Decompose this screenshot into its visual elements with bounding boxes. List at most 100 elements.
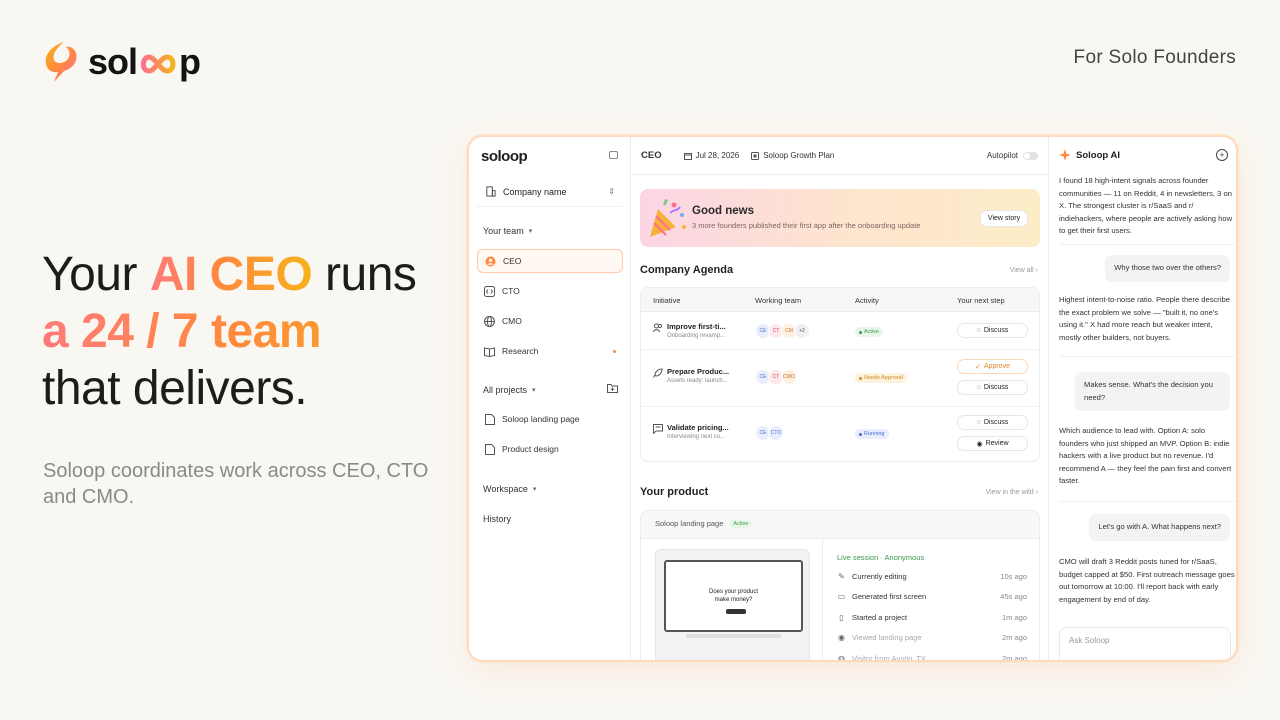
preview-stand: [686, 634, 781, 638]
column-header: Activity: [855, 296, 879, 305]
app-window: soloop Company name ⇕ Your team ▾ CEO CTO…: [467, 135, 1238, 662]
soloop-mark-icon: [45, 42, 77, 82]
activity-item: ▭ Generated first screen 45s ago: [837, 592, 1027, 601]
plan-icon: [751, 151, 760, 160]
file-icon: [484, 413, 495, 425]
monitor-icon: ▭: [837, 592, 846, 601]
sidebar-item-project[interactable]: Product design: [477, 437, 623, 461]
activity-label: Viewed landing page: [852, 633, 922, 642]
new-chat-icon[interactable]: +: [1216, 149, 1228, 161]
infinity-icon: [140, 54, 176, 74]
brand-wordmark: sol p: [88, 41, 201, 83]
new-folder-icon[interactable]: [607, 383, 618, 393]
avatar-icon: [485, 256, 496, 267]
view-story-button[interactable]: View story: [980, 210, 1028, 227]
headline-text: runs: [312, 248, 417, 301]
autopilot-toggle[interactable]: [1023, 151, 1038, 160]
product-title: Your product: [640, 486, 709, 498]
sidebar-item-label: CTO: [502, 286, 520, 296]
team-avatars: CE CTO: [755, 425, 784, 441]
sidebar-item-label: Soloop landing page: [502, 414, 580, 424]
activity-time: 2m ago: [1001, 654, 1027, 662]
chevron-updown-icon: ⇕: [608, 187, 615, 196]
approve-button[interactable]: ✓ Approve: [957, 359, 1028, 374]
user-message: Let's go with A. What happens next?: [1089, 514, 1230, 541]
discuss-button[interactable]: ◌ Discuss: [957, 415, 1028, 430]
preview-headline-line-1: Does your product: [708, 589, 759, 595]
sidebar-item-label: CEO: [503, 256, 522, 266]
plan-label: Soloop Growth Plan: [763, 151, 835, 160]
avatar: CMO: [781, 369, 797, 385]
table-row[interactable]: Prepare Produc... Assets ready; launch..…: [641, 350, 1039, 407]
status-badge: Running: [855, 429, 889, 439]
projects-section-toggle[interactable]: All projects ▾: [483, 385, 536, 395]
discuss-button[interactable]: ◌ Discuss: [957, 323, 1028, 338]
view-in-wild-label: View in the wild: [985, 489, 1034, 496]
sidebar-logo[interactable]: soloop: [481, 148, 528, 165]
button-label: Approve: [983, 363, 1010, 370]
view-in-wild-link[interactable]: View in the wild ›: [986, 489, 1038, 496]
sidebar-item-cto[interactable]: CTO: [477, 279, 623, 303]
column-header: Initiative: [653, 296, 681, 305]
pencil-icon: ✎: [838, 572, 845, 581]
button-label: Discuss: [983, 419, 1009, 426]
workspace-section-toggle[interactable]: Workspace ▾: [483, 484, 536, 494]
headline-line-2: a 24 / 7 team: [42, 303, 472, 360]
table-row[interactable]: Validate pricing... Interviewing next co…: [641, 407, 1039, 461]
sidebar-item-label: CMO: [502, 316, 522, 326]
company-switcher[interactable]: Company name ⇕: [477, 177, 623, 207]
main-panel: CEO Jul 28, 2026 Soloop Growth Plan Auto…: [631, 137, 1048, 660]
sidebar-collapse-icon[interactable]: [609, 151, 618, 159]
initiative-name: Prepare Produc...: [667, 367, 730, 376]
sidebar-item-project[interactable]: Soloop landing page: [477, 407, 623, 431]
agenda-title: Company Agenda: [640, 264, 734, 276]
preview-headline: Does your product make money?: [666, 588, 801, 604]
plan-selector[interactable]: Soloop Growth Plan: [751, 151, 834, 160]
product-card-header: Soloop landing page Active: [655, 519, 753, 528]
discuss-button[interactable]: ◌ Discuss: [957, 380, 1028, 395]
topbar: CEO Jul 28, 2026 Soloop Growth Plan Auto…: [631, 137, 1048, 175]
brand-logo[interactable]: sol p: [42, 40, 201, 84]
chevron-down-icon: ▾: [532, 387, 536, 394]
sidebar-item-cmo[interactable]: CMO: [477, 309, 623, 333]
chat-input[interactable]: Ask Soloop: [1059, 627, 1231, 660]
file-icon: ▯: [839, 613, 844, 622]
team-section-toggle[interactable]: Your team ▾: [483, 226, 532, 236]
product-preview-thumbnail[interactable]: Does your product make money?: [655, 549, 810, 660]
sidebar-item-history[interactable]: History: [483, 514, 511, 524]
users-icon: [653, 323, 663, 333]
message-square-icon: [653, 424, 663, 434]
initiative-desc: Onboarding revamp...: [667, 333, 726, 339]
status-badge: Needs Approval: [855, 373, 907, 383]
user-message: Why those two over the others?: [1105, 255, 1230, 282]
product-project-name[interactable]: Soloop landing page: [655, 519, 723, 528]
sidebar-item-ceo[interactable]: CEO: [477, 249, 623, 273]
chat-bubble-icon: ◌: [976, 419, 981, 426]
activity-item: ◉ Viewed landing page 2m ago: [837, 633, 1027, 642]
news-title: Good news: [692, 205, 754, 217]
date-picker[interactable]: Jul 28, 2026: [683, 151, 739, 160]
review-button[interactable]: ◉ Review: [957, 436, 1028, 451]
initiative-name: Improve first-ti...: [667, 322, 726, 331]
history-label: History: [483, 514, 512, 524]
headline-highlight: AI CEO: [149, 248, 313, 301]
globe-icon: ◍: [838, 654, 845, 662]
chevron-right-icon: ›: [1035, 267, 1038, 274]
sidebar: soloop Company name ⇕ Your team ▾ CEO CTO…: [469, 137, 631, 660]
chevron-down-icon: ▾: [528, 228, 533, 235]
button-label: Discuss: [983, 327, 1009, 334]
activity-label: Visitor from Austin, TX: [852, 654, 926, 662]
sidebar-item-research[interactable]: Research: [477, 339, 623, 363]
agenda-view-all-link[interactable]: View all ›: [1010, 267, 1038, 274]
preview-headline-line-2: make money?: [714, 597, 753, 603]
initiative-desc: Interviewing next co...: [667, 434, 726, 440]
ai-message: Highest intent-to-noise ratio. People th…: [1059, 295, 1230, 342]
divider: [1059, 244, 1235, 245]
table-row[interactable]: Improve first-ti... Onboarding revamp...…: [641, 312, 1039, 350]
current-role: CEO: [641, 150, 662, 161]
unread-dot: [613, 349, 616, 353]
activity-item: ✎ Currently editing 10s ago: [837, 572, 1027, 581]
activity-time: 2m ago: [1001, 633, 1027, 642]
chat-title: Soloop AI: [1076, 149, 1120, 161]
file-icon: [484, 443, 495, 455]
